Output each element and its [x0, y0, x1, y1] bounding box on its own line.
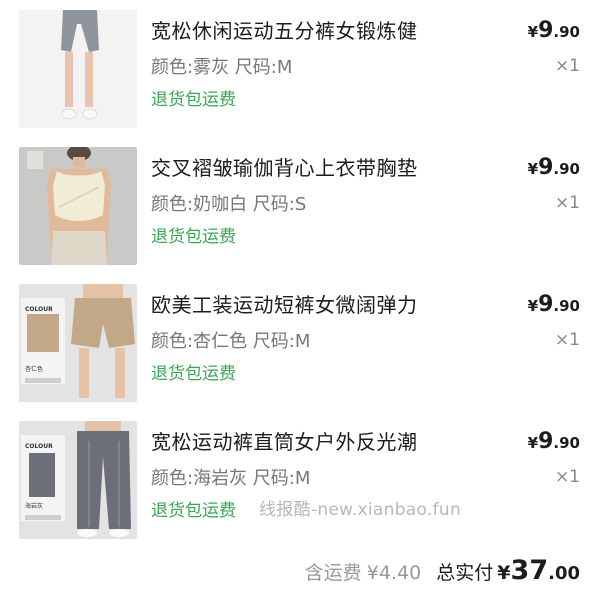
price-currency: ¥ — [527, 297, 539, 315]
grey-shorts-model-photo-icon — [19, 10, 137, 128]
total-decimal: .00 — [548, 563, 580, 584]
price-integer: 9 — [538, 429, 554, 454]
return-shipping-badge: 退货包运费 — [151, 501, 236, 521]
product-title[interactable]: 宽松休闲运动五分裤女锻炼健 — [151, 15, 418, 44]
product-thumbnail[interactable] — [19, 10, 137, 128]
cream-yoga-top-model-photo-icon — [19, 147, 137, 265]
thumbnail-colour-label: 海岩灰 — [25, 503, 44, 510]
product-spec: 颜色:雾灰 尺码:M — [151, 57, 293, 78]
grey-straight-pants-photo-icon — [19, 421, 137, 539]
return-shipping-badge: 退货包运费 — [151, 90, 236, 110]
order-item[interactable]: 宽松休闲运动五分裤女锻炼健 颜色:雾灰 尺码:M 退货包运费 ¥9.90 ×1 — [0, 10, 600, 147]
thumbnail-colour-label: 杏仁色 — [25, 366, 44, 373]
price-currency: ¥ — [527, 434, 539, 452]
watermark-text: 线报酷-new.xianbao.fun — [259, 500, 462, 520]
price-currency: ¥ — [527, 160, 539, 178]
price-integer: 9 — [538, 155, 554, 180]
total-currency: ¥ — [497, 562, 511, 584]
product-price: ¥9.90 — [528, 429, 580, 454]
product-spec: 颜色:海岩灰 尺码:M — [151, 468, 311, 489]
product-price: ¥9.90 — [528, 18, 580, 43]
total-integer: 37 — [510, 555, 549, 586]
price-decimal: .90 — [553, 434, 580, 452]
product-thumbnail[interactable] — [19, 147, 137, 265]
product-price: ¥9.90 — [528, 292, 580, 317]
return-shipping-badge: 退货包运费 — [151, 227, 236, 247]
product-thumbnail[interactable]: COLOUR 杏仁色 — [19, 284, 137, 402]
product-title[interactable]: 宽松运动裤直筒女户外反光潮 — [151, 426, 418, 455]
order-item[interactable]: COLOUR 海岩灰 宽松运动裤直筒女户外反光潮 颜色:海岩灰 尺码:M 退货包… — [0, 421, 600, 558]
thumbnail-colour-tag: COLOUR — [25, 306, 53, 313]
product-thumbnail[interactable]: COLOUR 海岩灰 — [19, 421, 137, 539]
product-title[interactable]: 交叉褶皱瑜伽背心上衣带胸垫 — [151, 152, 418, 181]
product-spec: 颜色:奶咖白 尺码:S — [151, 194, 307, 215]
product-price: ¥9.90 — [528, 155, 580, 180]
shipping-value: ¥4.40 — [366, 562, 422, 584]
price-currency: ¥ — [527, 23, 539, 41]
thumbnail-colour-tag: COLOUR — [25, 443, 53, 450]
price-decimal: .90 — [553, 297, 580, 315]
order-item[interactable]: COLOUR 杏仁色 欧美工装运动短裤女微阔弹力 颜色:杏仁色 尺码:M 退货包… — [0, 284, 600, 421]
product-quantity: ×1 — [554, 467, 580, 487]
product-quantity: ×1 — [554, 56, 580, 76]
product-quantity: ×1 — [554, 193, 580, 213]
product-spec: 颜色:杏仁色 尺码:M — [151, 331, 311, 352]
price-decimal: .90 — [553, 160, 580, 178]
product-title[interactable]: 欧美工装运动短裤女微阔弹力 — [151, 289, 418, 318]
price-integer: 9 — [538, 18, 554, 43]
product-quantity: ×1 — [554, 330, 580, 350]
total-paid-label: 总实付 — [436, 562, 494, 584]
return-shipping-badge: 退货包运费 — [151, 364, 236, 384]
price-decimal: .90 — [553, 23, 580, 41]
almond-cargo-shorts-photo-icon — [19, 284, 137, 402]
order-item[interactable]: 交叉褶皱瑜伽背心上衣带胸垫 颜色:奶咖白 尺码:S 退货包运费 ¥9.90 ×1 — [0, 147, 600, 284]
shipping-label: 含运费 — [304, 562, 362, 584]
order-total-summary: 含运费 ¥4.40 总实付 ¥37.00 — [305, 555, 580, 586]
price-integer: 9 — [538, 292, 554, 317]
